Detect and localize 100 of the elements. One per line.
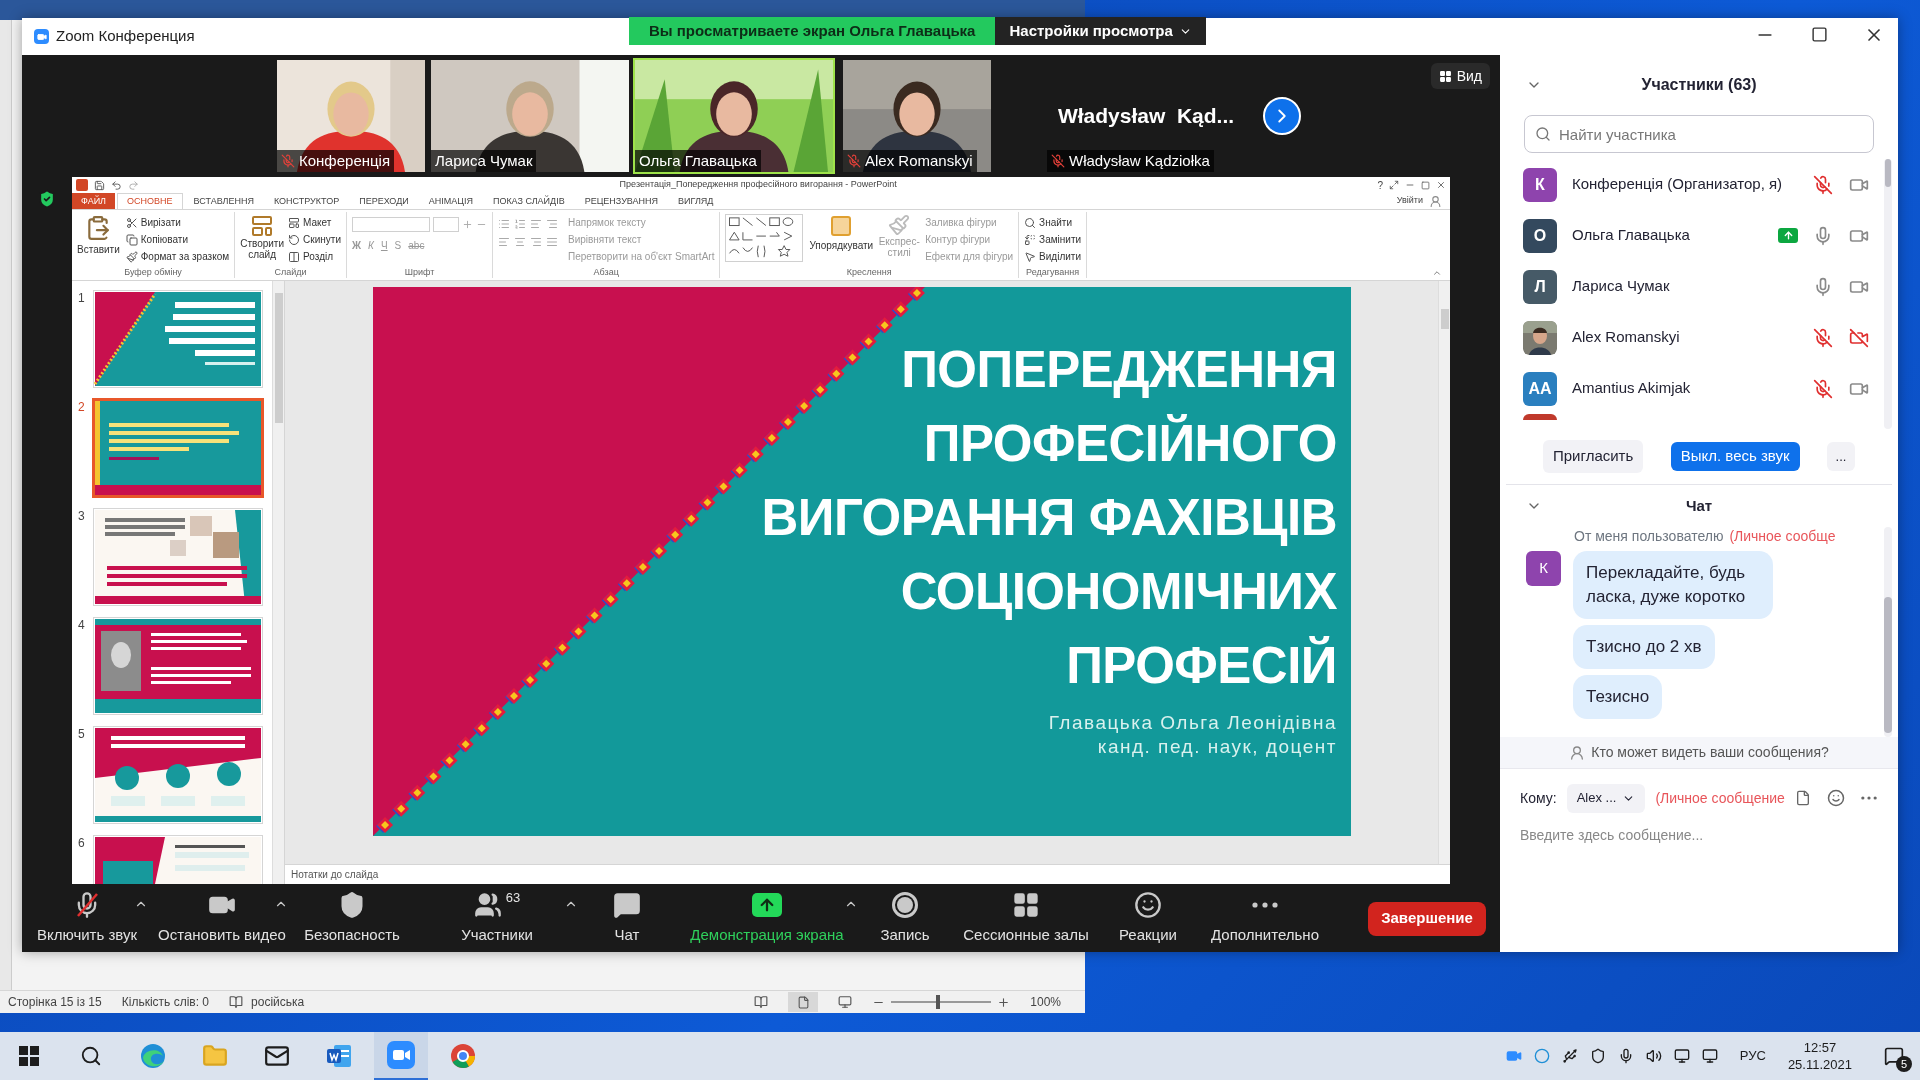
more-icon[interactable] xyxy=(1252,902,1278,909)
shapes-gallery[interactable] xyxy=(725,214,804,262)
language-indicator[interactable]: РУС xyxy=(1739,1046,1766,1066)
web-layout-icon[interactable] xyxy=(838,995,853,1009)
sign-in-link[interactable]: Увійти xyxy=(1396,193,1423,207)
file-icon[interactable] xyxy=(1794,789,1811,807)
undo-icon[interactable] xyxy=(111,179,122,191)
to-label: Кому: xyxy=(1520,788,1557,808)
collapse-ribbon-icon[interactable] xyxy=(1432,268,1442,278)
clock[interactable]: 12:57 25.11.2021 xyxy=(1787,1039,1852,1073)
ribbon-tab[interactable]: КОНСТРУКТОР xyxy=(264,193,349,209)
toolbar-button[interactable]: Остановить видео xyxy=(154,888,290,949)
bullets-icon xyxy=(498,218,510,230)
emoji-icon[interactable] xyxy=(1826,789,1845,807)
ribbon-tab[interactable]: ФАЙЛ xyxy=(72,193,116,209)
ribbon-tab[interactable]: ПЕРЕХОДИ xyxy=(350,193,418,209)
ribbon-tab[interactable]: ПОКАЗ СЛАЙДІВ xyxy=(483,193,574,209)
toolbar-button[interactable]: Безопасность xyxy=(300,888,404,949)
panel-title: Чат xyxy=(1684,495,1714,516)
toolbar-button[interactable]: Запись xyxy=(876,888,934,949)
mail-icon xyxy=(264,1043,290,1069)
ribbon-command[interactable]: Вирізати xyxy=(125,214,230,231)
mute-all-button[interactable]: Выкл. весь звук xyxy=(1670,442,1800,471)
ribbon-command[interactable]: Макет xyxy=(288,214,341,231)
toolbar-button[interactable]: Реакции xyxy=(1115,888,1181,949)
display-icon[interactable] xyxy=(1701,1048,1718,1064)
chat-message: Тезисно xyxy=(1573,675,1663,719)
usb-icon[interactable] xyxy=(1561,1048,1578,1064)
privacy-banner[interactable]: Кто может видеть ваши сообщения? xyxy=(1500,737,1898,769)
shield-icon[interactable] xyxy=(1589,1048,1606,1064)
zoom-in-icon[interactable] xyxy=(997,995,1011,1009)
arrange-button[interactable]: Упорядкувати xyxy=(809,214,874,265)
message-input[interactable]: Введите здесь сообщение... xyxy=(1520,821,1878,849)
participant-name: Ольга Главацька xyxy=(1572,225,1691,246)
search-field[interactable]: Найти участника xyxy=(1524,115,1874,153)
group-label: Креслення xyxy=(845,266,893,278)
end-meeting-button[interactable]: Завершение xyxy=(1368,901,1486,936)
tray-app-icon[interactable] xyxy=(1533,1048,1550,1064)
proofing-icon[interactable] xyxy=(229,995,244,1009)
avatar: О xyxy=(1523,218,1557,253)
tray-video-icon[interactable] xyxy=(1505,1048,1522,1064)
browser-icon xyxy=(450,1043,476,1069)
ribbon-options-icon[interactable] xyxy=(1389,180,1399,190)
ribbon-command[interactable]: Знайти xyxy=(1024,214,1082,231)
window-title: Презентація_Попередження професійного вигорання - PowerPoint xyxy=(618,178,898,192)
avatar: Л xyxy=(1523,269,1557,304)
ribbon-tab[interactable]: ВИГЛЯД xyxy=(669,193,723,209)
toolbar-button[interactable]: Включить звук xyxy=(32,888,141,949)
zoom-slider[interactable] xyxy=(891,995,992,1009)
toolbar-button[interactable]: Демонстрация экрана xyxy=(686,888,848,949)
ribbon-command[interactable]: Скинути xyxy=(288,231,341,248)
video-app-icon xyxy=(387,1041,415,1069)
notification-badge: 5 xyxy=(1896,1056,1912,1072)
toolbar-button[interactable]: Дополнительно xyxy=(1207,888,1323,949)
ribbon-command[interactable]: Копіювати xyxy=(125,231,230,248)
participant-row[interactable]: О Ольга Главацька xyxy=(1500,210,1884,261)
align-center-icon xyxy=(514,236,526,248)
font-size-field[interactable] xyxy=(433,217,459,232)
notes-pane[interactable]: Нотатки до слайда xyxy=(285,864,1450,884)
participant-row[interactable]: К Конференція (Организатор, я) xyxy=(1500,159,1884,210)
zoom-percent[interactable]: 100% xyxy=(1030,993,1061,1011)
volume-icon[interactable] xyxy=(1645,1048,1662,1064)
panel-title: Участники (63) xyxy=(1640,75,1758,95)
ribbon-tab[interactable]: ВСТАВЛЕННЯ xyxy=(184,193,263,209)
view-settings-button[interactable]: Настройки просмотра xyxy=(995,17,1206,45)
invite-button[interactable]: Пригласить xyxy=(1543,440,1644,473)
section-icon xyxy=(288,250,301,263)
view-button[interactable]: Вид xyxy=(1430,63,1490,89)
ribbon-command[interactable]: Формат за зразком xyxy=(125,248,230,265)
maximize-icon[interactable] xyxy=(1811,26,1828,43)
slide-thumbnail[interactable] xyxy=(92,398,264,498)
participant-name: Amantius Akimjak xyxy=(1572,378,1692,399)
ribbon-tab[interactable]: ОСНОВНЕ xyxy=(117,193,183,209)
ribbon-command[interactable]: Замінити xyxy=(1024,231,1082,248)
toolbar-button[interactable]: Чат xyxy=(609,888,645,949)
message-meta: От меня пользователю xyxy=(1574,527,1724,545)
ribbon-command[interactable]: Розділ xyxy=(288,248,341,265)
ribbon-tab[interactable]: АНІМАЦІЯ xyxy=(419,193,482,209)
read-mode-icon[interactable] xyxy=(754,995,769,1009)
toolbar-button[interactable]: 63 Участники xyxy=(457,888,537,949)
more-button[interactable]: ... xyxy=(1827,442,1855,471)
recipient-dropdown[interactable]: Alex ... xyxy=(1566,783,1646,813)
ribbon-tab[interactable]: РЕЦЕНЗУВАННЯ xyxy=(575,193,668,209)
font-name-field[interactable] xyxy=(352,217,430,232)
language-label[interactable]: російська xyxy=(251,993,305,1011)
more-icon[interactable] xyxy=(1860,796,1877,800)
indent-icon xyxy=(530,218,542,230)
restore-icon[interactable] xyxy=(1421,180,1430,190)
participant-row[interactable]: Л Лариса Чумак xyxy=(1500,261,1884,312)
paste-button[interactable]: Вставити xyxy=(77,214,120,265)
new-slide-button[interactable]: Створити слайд xyxy=(240,214,285,265)
participant-row[interactable]: Alex Romanskyi xyxy=(1500,312,1884,363)
help-button[interactable]: ? xyxy=(1377,177,1383,193)
next-page-button[interactable] xyxy=(1263,97,1301,135)
toolbar-button[interactable]: Сессионные залы xyxy=(959,888,1093,949)
participant-row[interactable]: AA Amantius Akimjak xyxy=(1500,363,1884,414)
clipboard-icon xyxy=(85,214,112,242)
print-layout-icon[interactable] xyxy=(788,992,819,1012)
save-icon[interactable] xyxy=(94,179,105,191)
ribbon-command[interactable]: Виділити xyxy=(1024,248,1082,265)
